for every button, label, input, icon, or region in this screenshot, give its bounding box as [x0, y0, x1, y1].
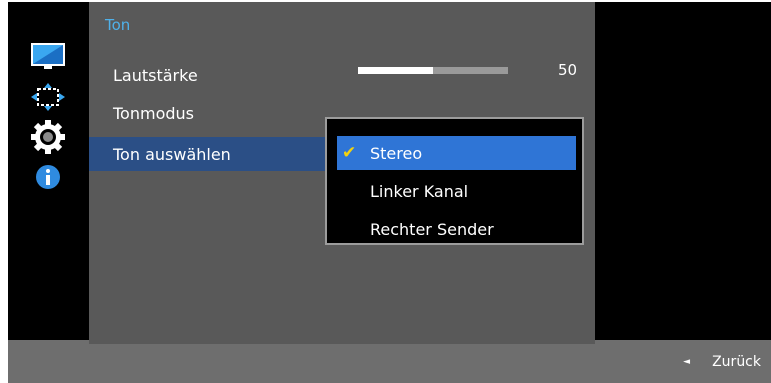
volume-slider[interactable]	[358, 67, 508, 74]
dropdown-option-left-channel[interactable]: Linker Kanal	[337, 174, 576, 208]
resize-arrows-icon[interactable]	[25, 80, 71, 114]
gear-icon[interactable]	[25, 120, 71, 154]
dropdown-option-label: Stereo	[370, 143, 423, 163]
menu-item-select-sound[interactable]: Ton auswählen	[113, 145, 231, 164]
panel-title: Ton	[105, 16, 131, 34]
dropdown-option-right-channel[interactable]: Rechter Sender	[337, 212, 576, 246]
back-hint[interactable]: ◄ Zurück	[683, 354, 761, 370]
bottom-bar	[8, 340, 771, 383]
back-label: Zurück	[712, 354, 761, 370]
info-icon[interactable]	[25, 160, 71, 194]
checkmark-icon: ✔	[342, 143, 357, 163]
monitor-icon[interactable]	[25, 40, 71, 74]
menu-item-volume[interactable]: Lautstärke	[113, 66, 198, 85]
dropdown-option-label: Rechter Sender	[370, 219, 494, 239]
dropdown-option-stereo[interactable]: ✔ Stereo	[337, 136, 576, 170]
volume-slider-fill	[358, 67, 433, 74]
select-sound-dropdown: ✔ Stereo Linker Kanal Rechter Sender	[325, 117, 584, 245]
volume-value: 50	[558, 61, 578, 79]
dropdown-option-label: Linker Kanal	[370, 181, 469, 201]
menu-item-sound-mode[interactable]: Tonmodus	[113, 104, 194, 123]
left-arrow-icon: ◄	[683, 357, 691, 367]
